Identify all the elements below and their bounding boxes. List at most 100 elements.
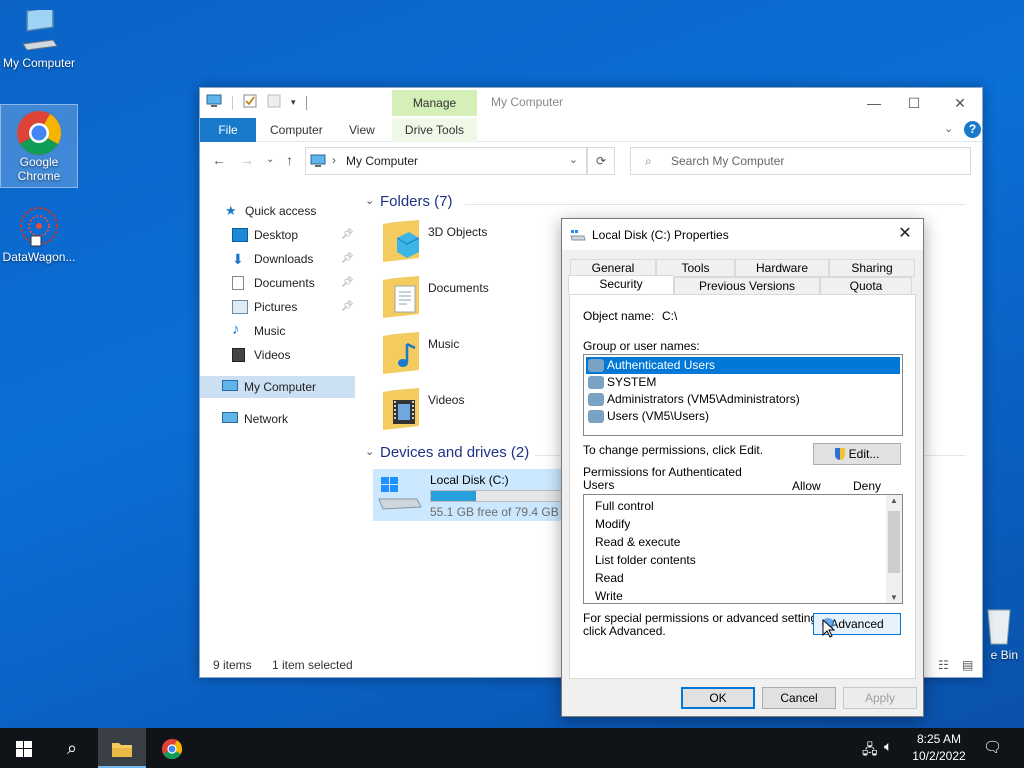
- tab-quota[interactable]: Quota: [820, 277, 912, 295]
- close-button[interactable]: ✕: [940, 92, 980, 114]
- pin-icon[interactable]: 📌︎: [341, 224, 354, 246]
- group-header-folders[interactable]: Folders (7): [380, 193, 453, 210]
- recent-locations-icon[interactable]: ⌄: [266, 154, 274, 165]
- up-arrow-icon[interactable]: ↑: [286, 152, 293, 168]
- minimize-button[interactable]: —: [854, 92, 894, 114]
- notification-icon[interactable]: 🗨︎: [983, 738, 1002, 756]
- group-user-names-label: Group or user names:: [583, 339, 700, 353]
- search-button[interactable]: ⌕: [48, 728, 96, 768]
- drive-usage-fill: [431, 491, 477, 501]
- drive-name: Local Disk (C:): [430, 473, 509, 487]
- desktop-icon-my-computer[interactable]: My Computer: [0, 10, 78, 70]
- taskbar-chrome[interactable]: [148, 728, 196, 768]
- computer-icon: [310, 154, 326, 171]
- permissions-label-line2: Users: [583, 478, 615, 492]
- scroll-up-icon[interactable]: ▲: [890, 496, 898, 505]
- back-arrow-icon[interactable]: ←: [212, 152, 226, 168]
- folder-music-icon: [383, 332, 419, 374]
- dialog-close-button[interactable]: ✕: [893, 223, 917, 245]
- tab-computer[interactable]: Computer: [270, 118, 323, 142]
- ok-button[interactable]: OK: [681, 687, 755, 709]
- permission-label: Write: [595, 589, 623, 603]
- drive-local-disk-c[interactable]: Local Disk (C:) 55.1 GB free of 79.4 GB: [373, 469, 580, 521]
- desktop-icon-datawagon[interactable]: DataWagon...: [0, 204, 78, 264]
- large-icons-view-icon[interactable]: ▤: [962, 658, 973, 672]
- nav-label: Desktop: [254, 228, 299, 242]
- nav-downloads[interactable]: ⬇ Downloads 📌︎: [232, 248, 356, 270]
- forward-arrow-icon[interactable]: →: [240, 152, 254, 168]
- permission-label: Read: [595, 571, 624, 585]
- edit-button[interactable]: Edit...: [813, 443, 901, 465]
- group-header-devices[interactable]: Devices and drives (2): [380, 444, 529, 461]
- nav-label: Music: [254, 324, 286, 338]
- folder-name: 3D Objects: [428, 225, 488, 239]
- nav-desktop[interactable]: Desktop 📌︎: [232, 224, 356, 246]
- breadcrumb[interactable]: My Computer: [346, 154, 418, 168]
- nav-my-computer[interactable]: My Computer: [200, 376, 355, 398]
- pin-icon[interactable]: 📌︎: [341, 296, 354, 318]
- nav-pictures[interactable]: Pictures 📌︎: [232, 296, 356, 318]
- list-item-system[interactable]: SYSTEM: [586, 374, 900, 391]
- nav-label: Pictures: [254, 300, 298, 314]
- tab-sharing[interactable]: Sharing: [829, 259, 915, 277]
- folder-3d-objects[interactable]: 3D Objects: [381, 218, 541, 274]
- volume-icon[interactable]: 🔈︎: [884, 738, 892, 755]
- address-bar[interactable]: › My Computer ⌄: [305, 147, 587, 175]
- properties-icon[interactable]: [243, 94, 257, 111]
- nav-music[interactable]: ♪ Music: [232, 320, 356, 342]
- new-folder-icon[interactable]: [267, 94, 281, 111]
- details-view-icon[interactable]: ☷: [938, 658, 949, 672]
- tab-previous-versions[interactable]: Previous Versions: [674, 277, 820, 295]
- desktop-icon-google-chrome[interactable]: Google Chrome: [0, 104, 78, 188]
- help-icon[interactable]: ?: [964, 121, 981, 138]
- nav-network[interactable]: Network: [222, 408, 352, 430]
- list-item-authenticated-users[interactable]: Authenticated Users: [586, 357, 900, 374]
- scrollbar-thumb[interactable]: [888, 511, 900, 573]
- tab-drive-tools[interactable]: Drive Tools: [392, 118, 477, 142]
- start-button[interactable]: [0, 728, 48, 768]
- group-user-list[interactable]: Authenticated Users SYSTEM Administrator…: [583, 354, 903, 436]
- nav-documents[interactable]: Documents 📌︎: [232, 272, 356, 294]
- apply-button[interactable]: Apply: [843, 687, 917, 709]
- network-icon[interactable]: 🖧︎: [862, 739, 878, 763]
- pin-icon[interactable]: 📌︎: [341, 272, 354, 294]
- advanced-button-label: Advanced: [830, 617, 884, 631]
- dialog-title-bar: Local Disk (C:) Properties ✕: [562, 219, 923, 250]
- expand-ribbon-icon[interactable]: ⌄: [944, 122, 953, 135]
- search-input[interactable]: ⌕ Search My Computer: [630, 147, 971, 175]
- edit-button-label: Edit...: [848, 447, 880, 461]
- folder-videos[interactable]: Videos: [381, 386, 541, 442]
- nav-videos[interactable]: Videos: [232, 344, 356, 366]
- collapse-chevron-icon[interactable]: ⌄: [365, 445, 374, 458]
- scroll-down-icon[interactable]: ▼: [890, 593, 898, 602]
- divider: [232, 95, 233, 110]
- clock-time: 8:25 AM: [916, 732, 962, 746]
- qat-dropdown-icon[interactable]: ▾: [291, 97, 296, 108]
- cancel-button[interactable]: Cancel: [762, 687, 836, 709]
- taskbar-file-explorer[interactable]: [98, 728, 146, 768]
- tab-file[interactable]: File: [200, 118, 256, 142]
- tab-security[interactable]: Security: [568, 275, 674, 295]
- list-item-label: SYSTEM: [607, 375, 657, 389]
- tab-view[interactable]: View: [349, 118, 375, 142]
- maximize-button[interactable]: ☐: [894, 92, 934, 114]
- allow-column-header: Allow: [792, 479, 821, 493]
- list-item-users[interactable]: Users (VM5\Users): [586, 408, 900, 425]
- refresh-button[interactable]: ⟳: [587, 147, 615, 175]
- address-row: ← → ⌄ ↑ › My Computer ⌄ ⟳ ⌕ Search My Co…: [200, 145, 982, 179]
- address-dropdown-icon[interactable]: ⌄: [569, 153, 578, 166]
- ribbon: File Computer View Drive Tools ⌄ ?: [200, 118, 982, 142]
- nav-label: Network: [244, 412, 289, 426]
- permissions-list[interactable]: Full control Modify Read & execute List …: [583, 494, 903, 604]
- folder-music[interactable]: Music: [381, 330, 541, 386]
- taskbar-clock[interactable]: 8:25 AM 10/2/2022: [900, 731, 978, 765]
- permissions-scrollbar[interactable]: ▲ ▼: [886, 495, 902, 603]
- collapse-chevron-icon[interactable]: ⌄: [365, 194, 374, 207]
- manage-context-tab[interactable]: Manage: [392, 90, 477, 116]
- list-item-administrators[interactable]: Administrators (VM5\Administrators): [586, 391, 900, 408]
- pin-icon[interactable]: 📌︎: [341, 248, 354, 270]
- nav-quick-access[interactable]: ★ Quick access: [225, 200, 355, 222]
- folder-name: Documents: [428, 281, 489, 295]
- folder-documents[interactable]: Documents: [381, 274, 541, 330]
- tab-hardware[interactable]: Hardware: [735, 259, 829, 277]
